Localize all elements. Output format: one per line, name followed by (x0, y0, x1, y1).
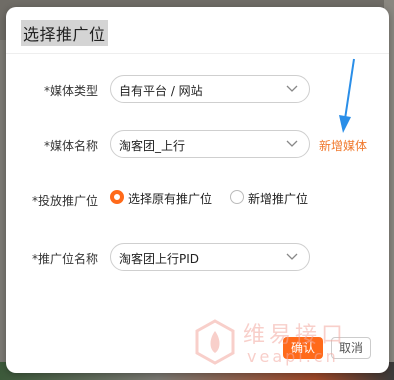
radio-existing-label: 选择原有推广位 (128, 192, 213, 206)
media-name-value: 淘客团_上行 (119, 139, 186, 153)
media-name-select[interactable]: 淘客团_上行 (110, 130, 310, 158)
media-type-label: *媒体类型 (43, 84, 98, 98)
header-divider (6, 53, 389, 54)
media-type-value: 自有平台 / 网站 (119, 84, 203, 98)
radio-checked-icon (110, 190, 124, 204)
watermark-text-bottom: veapi.cn (247, 347, 339, 366)
radio-unchecked-icon (230, 190, 244, 204)
media-name-label: *媒体名称 (43, 139, 98, 153)
placement-name-value: 淘客团上行PID (119, 252, 200, 266)
placement-name-select[interactable]: 淘客团上行PID (110, 243, 310, 271)
watermark-logo-icon (195, 319, 235, 365)
chevron-down-icon (286, 253, 298, 260)
add-media-link[interactable]: 新增媒体 (319, 137, 367, 154)
chevron-down-icon (286, 140, 298, 147)
placement-name-label: *推广位名称 (31, 252, 98, 266)
watermark-text-top: 维易接口 (243, 323, 348, 348)
chevron-down-icon (286, 85, 298, 92)
placement-label: *投放推广位 (31, 194, 98, 208)
media-type-select[interactable]: 自有平台 / 网站 (110, 75, 310, 103)
radio-new-label: 新增推广位 (248, 192, 309, 206)
dialog-header: 选择推广位 (6, 7, 389, 53)
dialog-title: 选择推广位 (21, 20, 108, 46)
annotation-arrow-icon (339, 58, 355, 133)
watermark: 维易接口 veapi.cn (191, 313, 366, 375)
select-placement-dialog: 选择推广位 *媒体类型 自有平台 / 网站 *媒体名称 淘客团_上行 新增媒体 … (6, 7, 389, 373)
